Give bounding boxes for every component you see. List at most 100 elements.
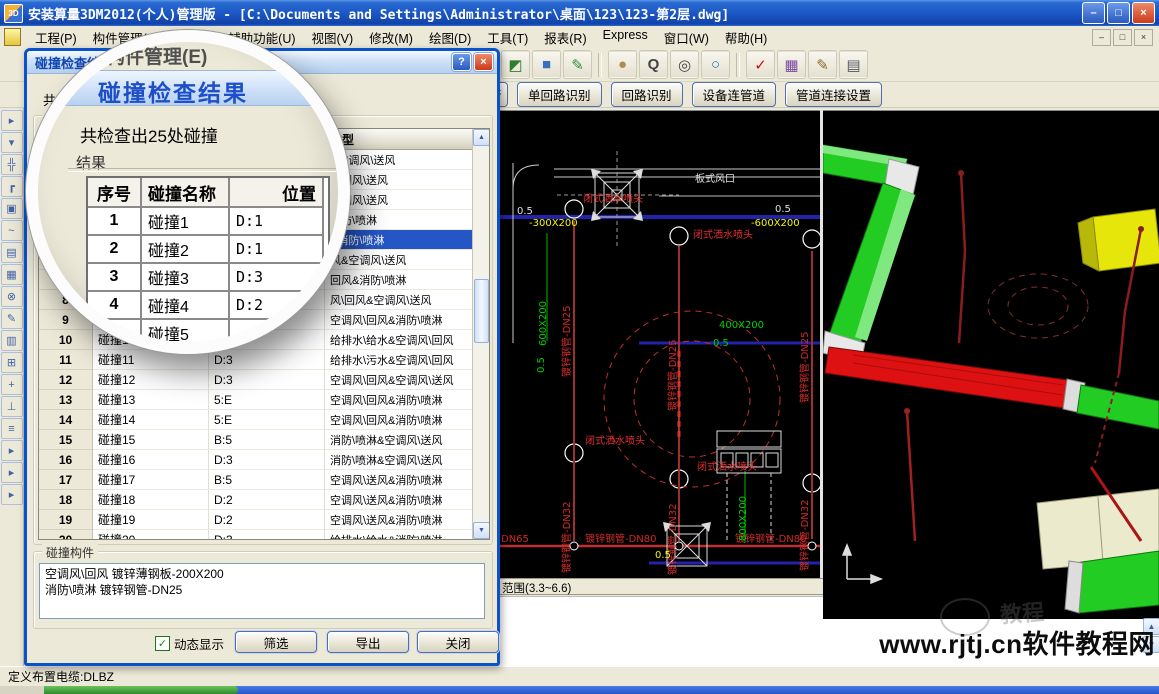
mdi-restore-button[interactable]: □ bbox=[1113, 29, 1132, 46]
cell: 空调风\送风&消防\喷淋 bbox=[325, 490, 473, 510]
table-scrollbar[interactable]: ▲ ▼ bbox=[472, 129, 489, 539]
cell: 碰撞12 bbox=[93, 370, 209, 390]
dialog-close-button[interactable]: × bbox=[474, 53, 493, 71]
flyout-drop-icon[interactable]: ▾ bbox=[1, 132, 23, 153]
close-button[interactable]: × bbox=[1132, 2, 1155, 24]
zoom-icon[interactable]: Q bbox=[640, 51, 667, 78]
panel-device-icon[interactable]: ▤ bbox=[1, 242, 23, 263]
column-header-3[interactable]: 类型 bbox=[325, 129, 473, 150]
cell: 碰撞16 bbox=[93, 450, 209, 470]
close-dialog-button[interactable]: 关闭 bbox=[417, 631, 499, 653]
toolbar-button-2[interactable]: 设备连管道 bbox=[692, 82, 777, 107]
cad-label-2: -300X200 bbox=[529, 219, 578, 229]
drawing-tools-sidebar: ▸▾╬┏▣~▤▦⊗✎▥⊞+⊥≡▸▸▸ bbox=[0, 108, 24, 666]
start-button-sliver[interactable] bbox=[44, 686, 238, 694]
solid-cube-icon[interactable]: ■ bbox=[533, 51, 560, 78]
dynamic-display-checkbox[interactable]: ✓ 动态显示 bbox=[155, 634, 224, 653]
coil-icon[interactable]: ▣ bbox=[1, 198, 23, 219]
menu-item-7[interactable]: 工具(T) bbox=[479, 26, 536, 49]
layers-icon[interactable]: ≡ bbox=[1, 418, 23, 439]
damper-icon[interactable]: ▥ bbox=[1, 330, 23, 351]
menu-item-0[interactable]: 工程(P) bbox=[27, 26, 85, 49]
grid-box-icon[interactable]: ⊞ bbox=[1, 352, 23, 373]
toolbar-button-1[interactable]: 回路识别 bbox=[611, 82, 683, 107]
cad-label-15: 镀锌钢管-DN32 bbox=[669, 503, 679, 575]
paint-brush-icon[interactable]: ✎ bbox=[564, 51, 591, 78]
cross-fitting-icon[interactable]: + bbox=[1, 374, 23, 395]
render-leaf-icon[interactable]: ◩ bbox=[502, 51, 529, 78]
statistics-bars-icon[interactable]: ▦ bbox=[778, 51, 805, 78]
ground-icon[interactable]: ⊥ bbox=[1, 396, 23, 417]
mdi-close-button[interactable]: × bbox=[1134, 29, 1153, 46]
flyout-c-icon[interactable]: ▸ bbox=[1, 484, 23, 505]
cell: 17 bbox=[39, 470, 93, 490]
toolbar-button-0[interactable]: 单回路识别 bbox=[517, 82, 602, 107]
menu-item-4[interactable]: 视图(V) bbox=[304, 26, 362, 49]
flyout-top-icon[interactable]: ▸ bbox=[1, 110, 23, 131]
scrollbar-thumb[interactable] bbox=[474, 279, 489, 343]
cell: 14 bbox=[39, 410, 93, 430]
table-row[interactable]: 11碰撞11D:3给排水\污水&空调风\回风 bbox=[39, 350, 489, 370]
table-row[interactable]: 12碰撞12D:3空调风\回风&空调风\送风 bbox=[39, 370, 489, 390]
cell: 5:E bbox=[209, 390, 325, 410]
mdi-minimize-button[interactable]: – bbox=[1092, 29, 1111, 46]
cell: D:2 bbox=[209, 510, 325, 530]
pan-hand-icon[interactable]: ● bbox=[609, 51, 636, 78]
cell: 风&空调风\送风 bbox=[325, 250, 473, 270]
pipe-elbow-icon[interactable]: ┏ bbox=[1, 176, 23, 197]
zoom-window-icon[interactable]: ◎ bbox=[671, 51, 698, 78]
cad-viewport-3d[interactable] bbox=[823, 110, 1159, 619]
magnified-table-row: 2碰撞2D:1 bbox=[88, 236, 328, 264]
scrollbar-down-icon[interactable]: ▼ bbox=[473, 522, 490, 539]
filter-button[interactable]: 筛选 bbox=[235, 631, 317, 653]
toolbar-button-3[interactable]: 管道连接设置 bbox=[785, 82, 882, 107]
cad-viewport-2d-plan[interactable]: 0.50.5-300X200-600X200板式风口600X2000.5闭式洒水… bbox=[497, 110, 823, 579]
print-icon[interactable]: ▤ bbox=[840, 51, 867, 78]
table-row[interactable]: 17碰撞17B:5空调风\送风&消防\喷淋 bbox=[39, 470, 489, 490]
dialog-help-button[interactable]: ? bbox=[452, 53, 471, 71]
zoom-extents-icon[interactable]: ○ bbox=[702, 51, 729, 78]
table-row[interactable]: 14碰撞145:E空调风\回风&消防\喷淋 bbox=[39, 410, 489, 430]
cell: 回风&消防\喷淋 bbox=[325, 270, 473, 290]
cell: 风\回风&空调风\送风 bbox=[325, 290, 473, 310]
table-row[interactable]: 13碰撞135:E空调风\回风&消防\喷淋 bbox=[39, 390, 489, 410]
valve-icon[interactable]: ⊗ bbox=[1, 286, 23, 307]
member-line: 消防\喷淋 镀锌钢管-DN25 bbox=[45, 582, 479, 598]
magnified-cell: 2 bbox=[88, 236, 142, 264]
window-title: 安装算量3DM2012(个人)管理版 - [C:\Documents and S… bbox=[28, 4, 1082, 23]
magnified-groupbox-line bbox=[68, 168, 336, 172]
table-row[interactable]: 20碰撞20D:3给排水\给水&消防\喷淋 bbox=[39, 530, 489, 540]
taskbar-sliver[interactable] bbox=[0, 686, 1159, 694]
menu-item-6[interactable]: 绘图(D) bbox=[421, 26, 479, 49]
scrollbar-up-icon[interactable]: ▲ bbox=[473, 129, 490, 146]
menu-item-5[interactable]: 修改(M) bbox=[361, 26, 421, 49]
table-row[interactable]: 18碰撞18D:2空调风\送风&消防\喷淋 bbox=[39, 490, 489, 510]
menu-item-9[interactable]: Express bbox=[595, 26, 656, 49]
menu-item-11[interactable]: 帮助(H) bbox=[717, 26, 775, 49]
box-device-icon[interactable]: ▦ bbox=[1, 264, 23, 285]
table-row[interactable]: 15碰撞15B:5消防\喷淋&空调风\送风 bbox=[39, 430, 489, 450]
magnified-cell: D:1 bbox=[230, 208, 324, 236]
cell: 碰撞18 bbox=[93, 490, 209, 510]
member-textbox[interactable]: 空调风\回风 镀锌薄钢板-200X200消防\喷淋 镀锌钢管-DN25 bbox=[39, 563, 485, 619]
magnified-cell: D:1 bbox=[230, 236, 324, 264]
check-collision-icon[interactable]: ✓ bbox=[747, 51, 774, 78]
menu-item-8[interactable]: 报表(R) bbox=[536, 26, 594, 49]
restore-button[interactable]: □ bbox=[1107, 2, 1130, 24]
cad-label-10: 闭式洒水喷头 bbox=[697, 463, 757, 473]
export-button[interactable]: 导出 bbox=[327, 631, 409, 653]
cell: 给排水\污水&空调风\回风 bbox=[325, 350, 473, 370]
table-row[interactable]: 16碰撞16D:3消防\喷淋&空调风\送风 bbox=[39, 450, 489, 470]
pipe-tee-icon[interactable]: ╬ bbox=[1, 154, 23, 175]
hand-edit-icon[interactable]: ✎ bbox=[809, 51, 836, 78]
pen-tool-icon[interactable]: ✎ bbox=[1, 308, 23, 329]
cad-command-line[interactable]: 范围(3.3~6.6) bbox=[497, 578, 831, 595]
table-row[interactable]: 19碰撞19D:2空调风\送风&消防\喷淋 bbox=[39, 510, 489, 530]
cad-label-13: 镀锌钢管-DN25 bbox=[801, 331, 811, 403]
member-line: 空调风\回风 镀锌薄钢板-200X200 bbox=[45, 566, 479, 582]
duct-s-icon[interactable]: ~ bbox=[1, 220, 23, 241]
flyout-b-icon[interactable]: ▸ bbox=[1, 462, 23, 483]
menu-item-10[interactable]: 窗口(W) bbox=[656, 26, 717, 49]
minimize-button[interactable]: – bbox=[1082, 2, 1105, 24]
flyout-a-icon[interactable]: ▸ bbox=[1, 440, 23, 461]
